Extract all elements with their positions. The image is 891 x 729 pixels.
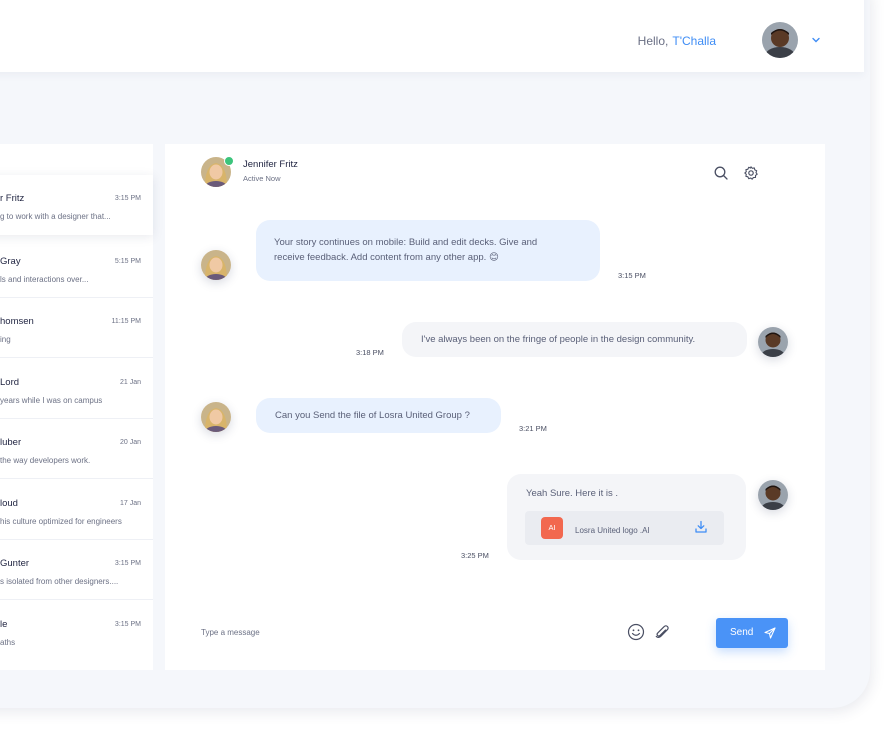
conversation-name: Gray (0, 256, 21, 267)
top-bar: Hello, T'Challa (0, 0, 864, 72)
user-greeting: Hello, T'Challa (638, 34, 716, 48)
message-time: 3:25 PM (461, 551, 489, 560)
chevron-down-icon[interactable] (810, 34, 822, 46)
conversation-preview: g to work with a designer that... (0, 212, 111, 221)
paperclip-icon[interactable] (653, 623, 671, 641)
conversation-time: 3:15 PM (114, 195, 141, 202)
conversation-item[interactable]: loud 17 Jan his culture optimized for en… (0, 480, 153, 540)
conversation-name: r Fritz (0, 193, 25, 204)
message-time: 3:21 PM (519, 424, 547, 433)
contact-message-avatar (201, 250, 231, 280)
conversation-time: 5:15 PM (114, 258, 141, 265)
app-window: Hello, T'Challa r Fritz 3:15 PM g to work… (0, 0, 870, 708)
file-attachment[interactable]: AI Losra United logo .AI (525, 511, 724, 545)
conversation-item[interactable]: Gunter 3:15 PM s isolated from other des… (0, 540, 153, 600)
greeting-text: Hello, (637, 34, 669, 48)
conversation-preview: aths (0, 638, 16, 647)
conversation-name: le (0, 619, 8, 630)
conversation-preview: years while I was on campus (0, 396, 103, 405)
message-bubble-incoming: Your story continues on mobile: Build an… (256, 220, 600, 281)
conversation-item[interactable]: Gray 5:15 PM ls and interactions over... (0, 238, 153, 298)
message-time: 3:18 PM (356, 348, 384, 357)
conversation-time: 17 Jan (119, 500, 141, 507)
file-type-badge: AI (541, 517, 563, 539)
contact-status: Active Now (243, 174, 281, 183)
message-time: 3:15 PM (618, 271, 646, 280)
online-indicator (224, 156, 234, 166)
file-name: Losra United logo .AI (575, 526, 650, 535)
conversation-preview: the way developers work. (0, 456, 91, 465)
conversation-time: 21 Jan (119, 379, 141, 386)
chat-panel: Jennifer Fritz Active Now Your story con… (165, 144, 825, 670)
message-input[interactable]: Type a message (201, 628, 260, 637)
send-label: Send (730, 627, 754, 638)
user-name[interactable]: T'Challa (672, 34, 716, 48)
message-text: Your story continues on mobile: Build an… (274, 237, 538, 248)
conversation-preview: ing (0, 335, 11, 344)
conversation-time: 11:15 PM (111, 318, 141, 325)
message-text: Yeah Sure. Here it is . (526, 488, 619, 499)
conversation-item[interactable]: r Fritz 3:15 PM g to work with a designe… (0, 175, 153, 235)
gear-icon[interactable] (743, 165, 759, 181)
conversation-preview: s isolated from other designers.... (0, 577, 119, 586)
message-bubble-outgoing: I've always been on the fringe of people… (402, 322, 747, 357)
conversation-time: 3:15 PM (114, 621, 141, 628)
send-button[interactable]: Send (716, 618, 788, 648)
conversation-name: luber (0, 437, 22, 448)
conversation-preview: ls and interactions over... (0, 275, 89, 284)
user-avatar[interactable] (762, 22, 798, 58)
conversation-item[interactable]: luber 20 Jan the way developers work. (0, 419, 153, 479)
user-message-avatar (758, 480, 788, 510)
user-message-avatar (758, 327, 788, 357)
conversation-preview: his culture optimized for engineers (0, 517, 122, 526)
message-text: Can you Send the file of Losra United Gr… (275, 410, 470, 421)
conversation-name: loud (0, 498, 18, 509)
message-text: I've always been on the fringe of people… (421, 334, 696, 345)
conversation-time: 3:15 PM (114, 560, 141, 567)
message-bubble-incoming: Can you Send the file of Losra United Gr… (256, 398, 501, 433)
conversation-item[interactable]: Lord 21 Jan years while I was on campus (0, 359, 153, 419)
conversation-name: Lord (0, 377, 20, 388)
search-icon[interactable] (713, 165, 729, 181)
conversation-name: homsen (0, 316, 34, 327)
conversation-name: Gunter (0, 558, 30, 569)
emoji-icon[interactable] (627, 623, 645, 641)
conversation-item[interactable]: homsen 11:15 PM ing (0, 298, 153, 358)
conversation-item[interactable]: le 3:15 PM aths (0, 601, 153, 661)
send-icon (764, 627, 776, 639)
message-text: receive feedback. Add content from any o… (274, 252, 499, 263)
download-icon[interactable] (694, 520, 708, 534)
conversation-time: 20 Jan (119, 439, 141, 446)
contact-name: Jennifer Fritz (243, 159, 298, 170)
conversation-list: r Fritz 3:15 PM g to work with a designe… (0, 144, 153, 670)
message-bubble-outgoing: Yeah Sure. Here it is . AI Losra United … (507, 474, 746, 560)
contact-message-avatar (201, 402, 231, 432)
